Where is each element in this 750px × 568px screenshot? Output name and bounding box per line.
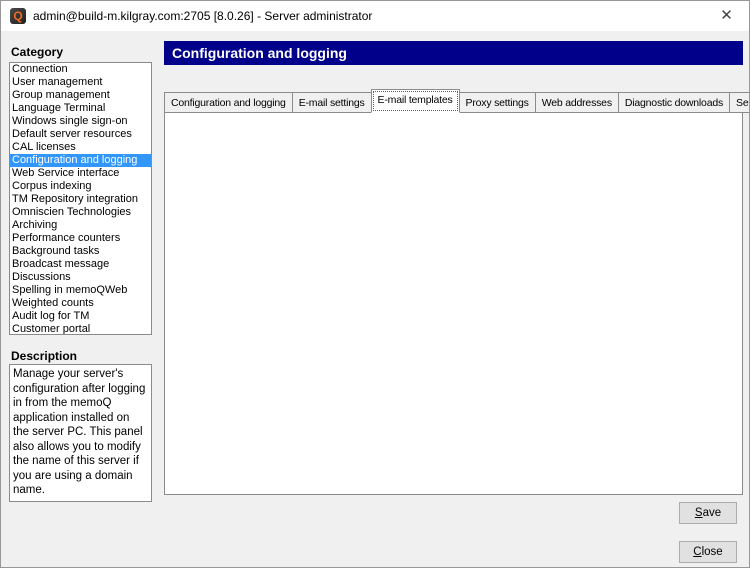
server-administrator-window: Q admin@build-m.kilgray.com:2705 [8.0.26… [0,0,750,568]
tab-proxy-settings[interactable]: Proxy settings [459,92,536,113]
window-title: admin@build-m.kilgray.com:2705 [8.0.26] … [33,9,372,23]
category-item[interactable]: Omniscien Technologies [10,206,151,219]
category-listbox[interactable]: ConnectionUser managementGroup managemen… [9,62,152,335]
email-templates-tab-panel [164,110,743,495]
category-item[interactable]: CAL licenses [10,141,151,154]
memoq-app-icon: Q [10,8,26,24]
category-item[interactable]: Weighted counts [10,297,151,310]
window-close-icon[interactable]: ✕ [704,1,749,31]
category-item[interactable]: Performance counters [10,232,151,245]
category-item[interactable]: Archiving [10,219,151,232]
category-label: Category [11,45,63,59]
category-item[interactable]: TM Repository integration [10,193,151,206]
category-item[interactable]: Default server resources [10,128,151,141]
tab-e-mail-templates[interactable]: E-mail templates [371,89,460,113]
page-title: Configuration and logging [164,41,743,65]
category-item[interactable]: Customer portal [10,323,151,335]
category-item[interactable]: Background tasks [10,245,151,258]
category-item[interactable]: Windows single sign-on [10,115,151,128]
category-item[interactable]: User management [10,76,151,89]
save-button[interactable]: Save [679,502,737,524]
category-item[interactable]: Configuration and logging [10,154,151,167]
category-item[interactable]: Broadcast message [10,258,151,271]
titlebar: Q admin@build-m.kilgray.com:2705 [8.0.26… [1,1,749,31]
tabstrip: Configuration and loggingE-mail settings… [164,89,750,111]
tab-configuration-and-logging[interactable]: Configuration and logging [164,92,293,113]
tab-diagnostic-downloads[interactable]: Diagnostic downloads [618,92,730,113]
tab-web-addresses[interactable]: Web addresses [535,92,619,113]
category-item[interactable]: Group management [10,89,151,102]
close-button[interactable]: Close [679,541,737,563]
category-item[interactable]: Audit log for TM [10,310,151,323]
description-label: Description [11,349,77,363]
description-text: Manage your server's configuration after… [9,364,152,502]
category-item[interactable]: Connection [10,63,151,76]
category-item[interactable]: Discussions [10,271,151,284]
tab-e-mail-settings[interactable]: E-mail settings [292,92,372,113]
category-item[interactable]: Spelling in memoQWeb [10,284,151,297]
category-item[interactable]: Web Service interface [10,167,151,180]
tab-security[interactable]: Security [729,92,750,113]
category-item[interactable]: Corpus indexing [10,180,151,193]
category-item[interactable]: Language Terminal [10,102,151,115]
